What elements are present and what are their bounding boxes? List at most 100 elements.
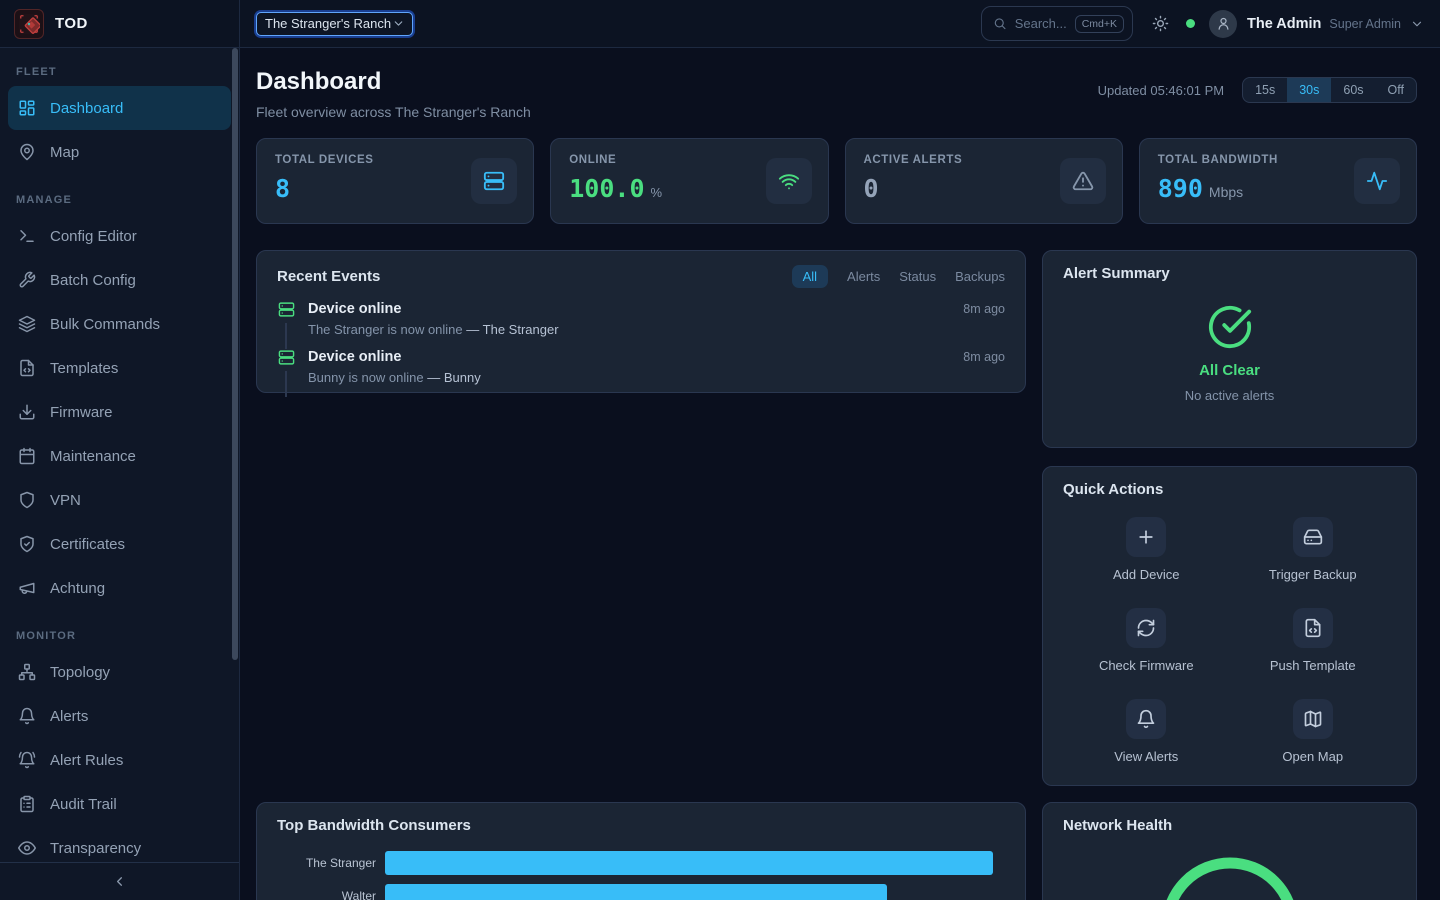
refresh-option-15s[interactable]: 15s: [1243, 78, 1287, 102]
user-menu-button[interactable]: [1410, 17, 1424, 31]
bell-icon: [18, 707, 36, 725]
refresh-option-30s[interactable]: 30s: [1287, 78, 1331, 102]
sidebar-item-label: Config Editor: [50, 228, 137, 245]
alert-triangle-icon: [1060, 158, 1106, 204]
sidebar-item-bulk-commands[interactable]: Bulk Commands: [8, 302, 231, 346]
user-role: Super Admin: [1329, 17, 1401, 31]
sidebar-section-monitor: MONITOR Topology Alerts Alert Rules Audi…: [0, 626, 239, 870]
action-label: Add Device: [1113, 567, 1179, 582]
event-list: Device online 8m ago The Stranger is now…: [277, 301, 1005, 397]
open-map-button[interactable]: Open Map: [1230, 699, 1397, 764]
filter-backups[interactable]: Backups: [955, 269, 1005, 284]
page-title: Dashboard: [256, 68, 531, 96]
stat-cards: TOTAL DEVICES 8 ONLINE 100.0 % A: [256, 138, 1417, 224]
event-description: Bunny is now online — Bunny: [308, 370, 1005, 385]
stat-card-total-devices: TOTAL DEVICES 8: [256, 138, 534, 224]
plus-icon: [1136, 527, 1156, 547]
timeline-connector: [285, 323, 287, 349]
calendar-icon: [18, 447, 36, 465]
stat-unit: Mbps: [1209, 184, 1243, 200]
sidebar-collapse-button[interactable]: [0, 862, 239, 900]
sidebar-item-label: VPN: [50, 492, 81, 509]
page-header: Dashboard Fleet overview across The Stra…: [256, 68, 531, 120]
sidebar-item-label: Alerts: [50, 708, 88, 725]
search-input[interactable]: Search... Cmd+K: [981, 6, 1133, 41]
network-health-panel: Network Health 100: [1042, 802, 1417, 900]
wrench-icon: [18, 271, 36, 289]
health-ring: [1167, 863, 1293, 900]
sidebar-item-alerts[interactable]: Alerts: [8, 694, 231, 738]
sidebar-item-label: Templates: [50, 360, 118, 377]
bandwidth-row: The Stranger: [277, 851, 1005, 875]
map-pin-icon: [18, 143, 36, 161]
sidebar-section-manage: MANAGE Config Editor Batch Config Bulk C…: [0, 190, 239, 610]
search-shortcut: Cmd+K: [1075, 15, 1124, 33]
alert-detail: No active alerts: [1185, 388, 1275, 403]
stat-card-total-bandwidth: TOTAL BANDWIDTH 890 Mbps: [1139, 138, 1417, 224]
terminal-icon: [18, 227, 36, 245]
sidebar-item-label: Transparency: [50, 840, 141, 857]
site-selector-value: The Stranger's Ranch: [265, 16, 391, 31]
sidebar-item-audit-trail[interactable]: Audit Trail: [8, 782, 231, 826]
filter-status[interactable]: Status: [899, 269, 936, 284]
topbar: TOD The Stranger's Ranch Search... Cmd+K…: [0, 0, 1440, 48]
site-selector[interactable]: The Stranger's Ranch: [256, 12, 413, 36]
sidebar-item-topology[interactable]: Topology: [8, 650, 231, 694]
action-label: Check Firmware: [1099, 658, 1194, 673]
bandwidth-row: Walter: [277, 884, 1005, 900]
action-label: Push Template: [1270, 658, 1356, 673]
timeline-connector: [285, 371, 287, 397]
view-alerts-button[interactable]: View Alerts: [1063, 699, 1230, 764]
event-title: Device online: [308, 349, 401, 365]
event-time: 8m ago: [963, 350, 1005, 364]
bell-ring-icon: [18, 751, 36, 769]
stat-value: 100.0: [569, 174, 644, 203]
event-filters: All Alerts Status Backups: [792, 265, 1005, 288]
chevron-down-icon: [1410, 17, 1424, 31]
sidebar-scrollbar[interactable]: [232, 48, 238, 660]
sidebar-item-label: Firmware: [50, 404, 113, 421]
server-icon: [278, 349, 295, 366]
event-description: The Stranger is now online — The Strange…: [308, 322, 1005, 337]
event-title: Device online: [308, 301, 401, 317]
sidebar-item-templates[interactable]: Templates: [8, 346, 231, 390]
sidebar-item-config-editor[interactable]: Config Editor: [8, 214, 231, 258]
bandwidth-bar: [385, 884, 887, 900]
sidebar-item-map[interactable]: Map: [8, 130, 231, 174]
header-meta: Updated 05:46:01 PM 15s 30s 60s Off: [1098, 77, 1417, 103]
theme-toggle-button[interactable]: [1152, 15, 1169, 32]
add-device-button[interactable]: Add Device: [1063, 517, 1230, 582]
sidebar-item-vpn[interactable]: VPN: [8, 478, 231, 522]
stat-value: 890: [1158, 174, 1203, 203]
sidebar-item-batch-config[interactable]: Batch Config: [8, 258, 231, 302]
sidebar-item-alert-rules[interactable]: Alert Rules: [8, 738, 231, 782]
trigger-backup-button[interactable]: Trigger Backup: [1230, 517, 1397, 582]
sidebar-item-achtung[interactable]: Achtung: [8, 566, 231, 610]
recent-events-panel: Recent Events All Alerts Status Backups: [256, 250, 1026, 393]
filter-all[interactable]: All: [792, 265, 828, 288]
shield-icon: [18, 491, 36, 509]
sidebar-item-label: Topology: [50, 664, 110, 681]
action-label: View Alerts: [1114, 749, 1178, 764]
bandwidth-panel: Top Bandwidth Consumers The Stranger Wal…: [256, 802, 1026, 900]
sidebar-item-firmware[interactable]: Firmware: [8, 390, 231, 434]
stat-card-online: ONLINE 100.0 %: [550, 138, 828, 224]
refresh-option-off[interactable]: Off: [1376, 78, 1416, 102]
brand: TOD: [0, 0, 240, 47]
push-template-button[interactable]: Push Template: [1230, 608, 1397, 673]
file-code-icon: [1303, 618, 1323, 638]
bell-icon: [1136, 709, 1156, 729]
page-subtitle: Fleet overview across The Stranger's Ran…: [256, 104, 531, 120]
filter-alerts[interactable]: Alerts: [847, 269, 880, 284]
wifi-icon: [766, 158, 812, 204]
refresh-interval-control: 15s 30s 60s Off: [1242, 77, 1417, 103]
sidebar-item-label: Maintenance: [50, 448, 136, 465]
sidebar-item-certificates[interactable]: Certificates: [8, 522, 231, 566]
avatar[interactable]: [1209, 10, 1237, 38]
sidebar-item-dashboard[interactable]: Dashboard: [8, 86, 231, 130]
sidebar-item-maintenance[interactable]: Maintenance: [8, 434, 231, 478]
check-firmware-button[interactable]: Check Firmware: [1063, 608, 1230, 673]
panel-title: Top Bandwidth Consumers: [277, 817, 471, 834]
refresh-icon: [1136, 618, 1156, 638]
refresh-option-60s[interactable]: 60s: [1331, 78, 1375, 102]
